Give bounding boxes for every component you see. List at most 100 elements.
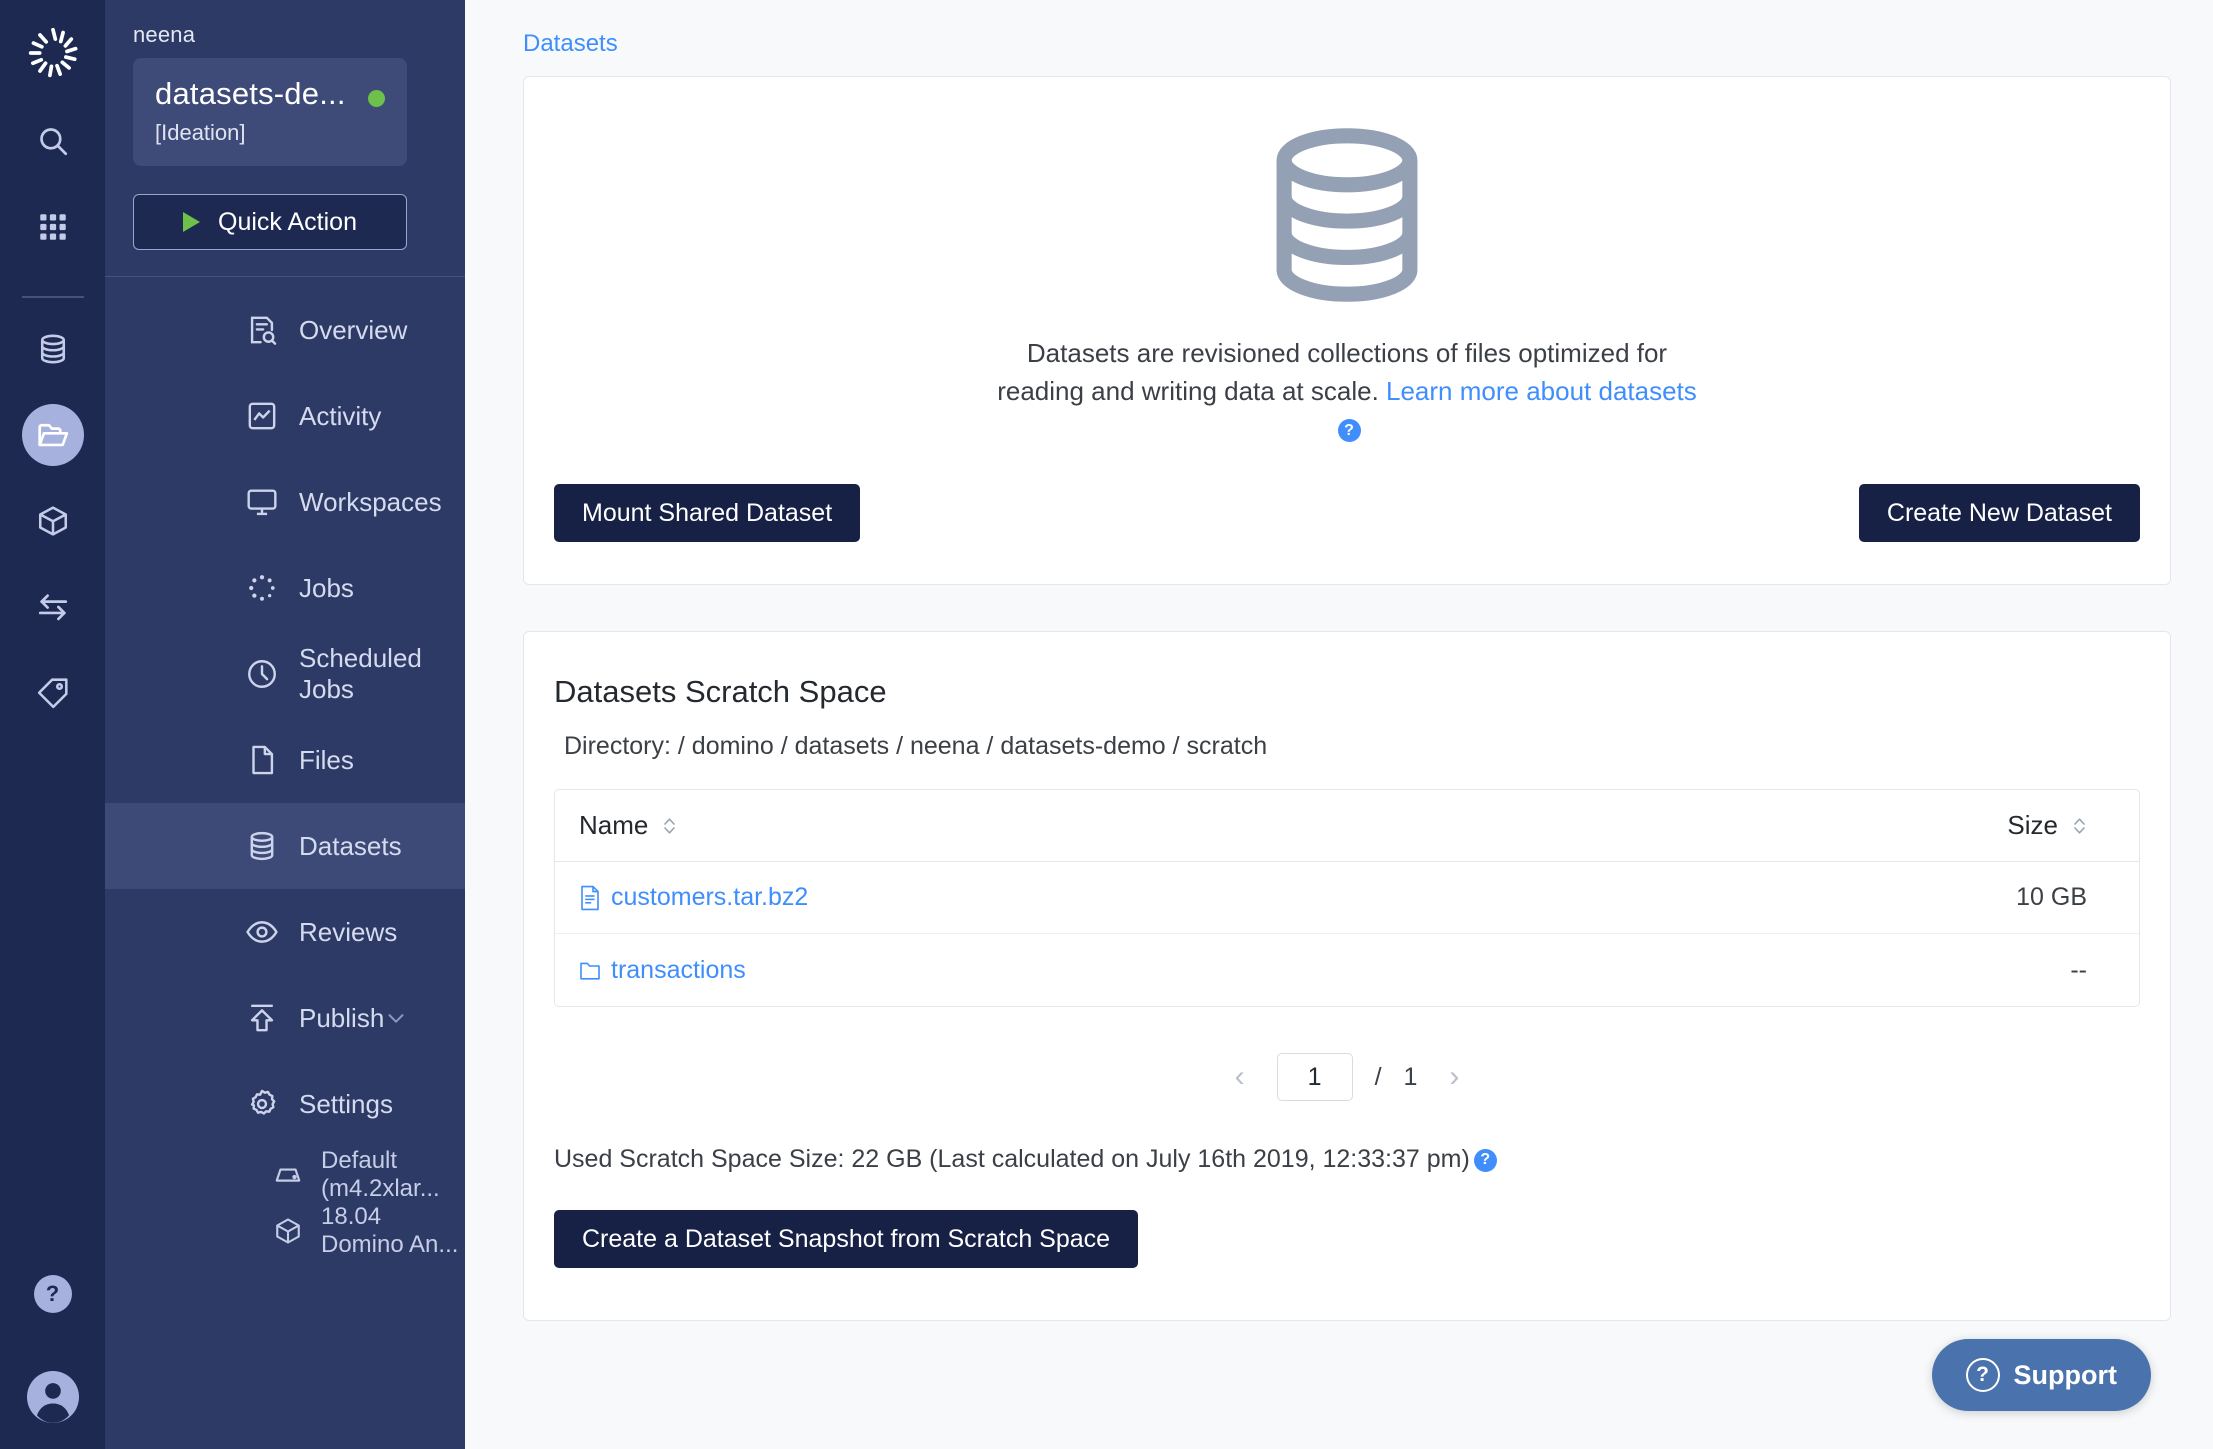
sidebar-nav: Overview Activity Workspaces Jobs Schedu… <box>105 287 465 1259</box>
sidebar-subitem-label: Default (m4.2xlar... <box>321 1147 440 1202</box>
sidebar-subitem-label: 18.04 Domino An... <box>321 1203 459 1258</box>
breadcrumb[interactable]: Datasets <box>523 30 2171 58</box>
rail-divider <box>21 296 84 298</box>
cube-icon[interactable] <box>22 490 84 552</box>
used-scratch-space-line: Used Scratch Space Size: 22 GB (Last cal… <box>554 1145 2140 1174</box>
sidebar-item-label: Activity <box>299 400 382 431</box>
create-snapshot-button[interactable]: Create a Dataset Snapshot from Scratch S… <box>554 1210 1139 1269</box>
folder-open-icon[interactable] <box>21 404 84 466</box>
row-size-cell: 10 GB <box>1945 883 2115 912</box>
sidebar-item-label: Scheduled Jobs <box>299 643 422 704</box>
column-header-size[interactable]: Size <box>1945 810 2115 841</box>
datasets-hero-card: Datasets are revisioned collections of f… <box>523 76 2171 586</box>
quick-action-button[interactable]: Quick Action <box>133 194 407 250</box>
app-root: ? neena datasets-de... [Ideation] Quick … <box>0 0 2213 1449</box>
file-icon <box>245 743 279 777</box>
sidebar-item-label: Workspaces <box>299 486 442 517</box>
help-badge-icon[interactable]: ? <box>1337 419 1361 442</box>
sort-toggle-icon[interactable] <box>662 815 677 837</box>
table-row[interactable]: customers.tar.bz2 10 GB <box>555 862 2139 935</box>
publish-icon <box>245 1001 279 1035</box>
quick-action-label: Quick Action <box>218 207 357 236</box>
pagination-next-button[interactable]: › <box>1439 1060 1469 1094</box>
project-name: datasets-de... <box>155 76 346 111</box>
row-size-cell: -- <box>1945 956 2115 985</box>
project-sidebar: neena datasets-de... [Ideation] Quick Ac… <box>105 0 465 1449</box>
scratch-space-title: Datasets Scratch Space <box>554 674 887 710</box>
sidebar-item-label: Datasets <box>299 830 402 861</box>
project-card[interactable]: datasets-de... [Ideation] <box>133 58 407 166</box>
domino-logo-icon[interactable] <box>22 22 84 84</box>
database-stack-icon <box>554 117 2140 313</box>
file-link[interactable]: customers.tar.bz2 <box>611 883 808 912</box>
sidebar-item-label: Publish <box>299 1002 385 1033</box>
table-header-row: Name Size <box>555 790 2139 863</box>
row-name-cell: transactions <box>579 956 1945 985</box>
project-stage: [Ideation] <box>155 120 246 145</box>
folder-icon <box>579 957 601 983</box>
project-status-dot <box>368 90 385 107</box>
user-avatar-icon[interactable] <box>26 1371 79 1423</box>
sidebar-item-label: Files <box>299 744 354 775</box>
hardware-tier-icon <box>273 1160 303 1190</box>
sidebar-item-activity[interactable]: Activity <box>105 373 465 459</box>
pagination-separator: / <box>1374 1062 1382 1091</box>
pagination-prev-button[interactable]: ‹ <box>1225 1060 1255 1094</box>
database-icon[interactable] <box>22 318 84 380</box>
grid-apps-icon[interactable] <box>22 196 84 258</box>
sidebar-item-overview[interactable]: Overview <box>105 287 465 373</box>
row-name-cell: customers.tar.bz2 <box>579 883 1945 912</box>
jobs-icon <box>245 571 279 605</box>
table-row[interactable]: transactions -- <box>555 934 2139 1006</box>
column-header-name[interactable]: Name <box>579 810 1945 841</box>
rail-bottom-group: ? <box>0 1275 105 1423</box>
learn-more-link[interactable]: Learn more about datasets <box>1386 376 1697 406</box>
column-header-name-label: Name <box>579 810 649 841</box>
mount-shared-dataset-button[interactable]: Mount Shared Dataset <box>554 484 861 543</box>
folder-link[interactable]: transactions <box>611 956 746 985</box>
datasets-icon <box>245 829 279 863</box>
sidebar-item-label: Settings <box>299 1088 393 1119</box>
support-label: Support <box>2013 1359 2117 1390</box>
sidebar-item-publish[interactable]: Publish <box>105 975 465 1061</box>
main-content: Datasets Datasets are revisioned collect… <box>465 0 2213 1449</box>
chevron-down-icon[interactable] <box>385 1007 407 1029</box>
help-icon[interactable]: ? <box>33 1275 72 1313</box>
sidebar-item-reviews[interactable]: Reviews <box>105 889 465 975</box>
datasets-description: Datasets are revisioned collections of f… <box>987 335 1707 448</box>
hero-actions: Mount Shared Dataset Create New Dataset <box>554 484 2140 543</box>
search-icon[interactable] <box>22 110 84 172</box>
support-button[interactable]: ? Support <box>1931 1339 2151 1411</box>
global-icon-rail: ? <box>0 0 105 1449</box>
sort-toggle-icon[interactable] <box>2072 815 2087 837</box>
sidebar-subitem-environment[interactable]: 18.04 Domino An... <box>105 1203 465 1259</box>
sidebar-item-workspaces[interactable]: Workspaces <box>105 459 465 545</box>
sidebar-subitem-hardware-tier[interactable]: Default (m4.2xlar... <box>105 1147 465 1203</box>
project-owner: neena <box>133 22 196 47</box>
sidebar-item-settings[interactable]: Settings <box>105 1061 465 1147</box>
workspaces-icon <box>245 485 279 519</box>
question-circle-icon: ? <box>1965 1358 2000 1392</box>
gear-icon <box>245 1087 279 1121</box>
sidebar-divider <box>105 276 465 277</box>
pagination-current-page-input[interactable]: 1 <box>1276 1053 1353 1102</box>
scratch-space-card: Datasets Scratch Space Directory: / domi… <box>523 631 2171 1322</box>
sidebar-item-jobs[interactable]: Jobs <box>105 545 465 631</box>
file-icon <box>579 885 601 911</box>
transfer-arrows-icon[interactable] <box>22 576 84 638</box>
column-header-size-label: Size <box>2007 810 2058 841</box>
help-badge-icon[interactable]: ? <box>1473 1148 1497 1172</box>
tag-icon[interactable] <box>22 662 84 724</box>
file-size: 10 GB <box>2016 883 2087 912</box>
pagination-total-pages: 1 <box>1403 1062 1418 1091</box>
sidebar-item-datasets[interactable]: Datasets <box>105 803 465 889</box>
eye-icon <box>245 915 279 949</box>
create-new-dataset-button[interactable]: Create New Dataset <box>1858 484 2140 543</box>
sidebar-item-files[interactable]: Files <box>105 717 465 803</box>
sidebar-item-label: Reviews <box>299 916 398 947</box>
environment-cube-icon <box>273 1216 303 1246</box>
pagination: ‹ 1 / 1 › <box>554 1053 2140 1102</box>
sidebar-item-label: Jobs <box>299 572 354 603</box>
activity-icon <box>245 399 279 433</box>
sidebar-item-scheduled-jobs[interactable]: Scheduled Jobs <box>105 631 465 717</box>
